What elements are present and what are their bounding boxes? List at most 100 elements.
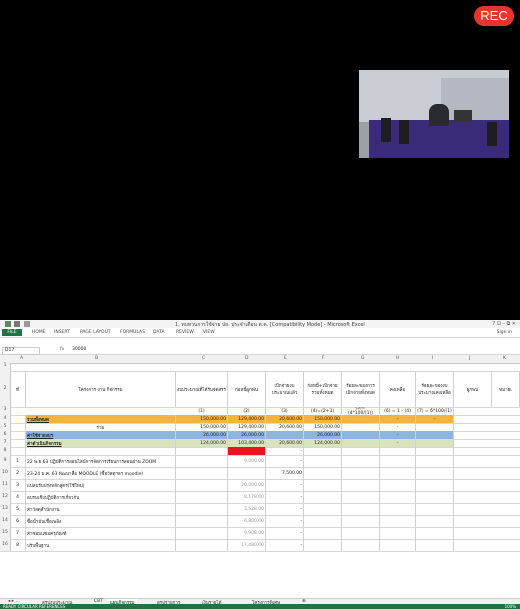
cell-budget[interactable] bbox=[176, 539, 228, 551]
code-cell[interactable]: (1) bbox=[176, 407, 228, 415]
cell-proc[interactable]: 17,480.00 bbox=[228, 539, 266, 551]
header-balance[interactable]: คงเหลือ bbox=[380, 371, 416, 407]
col-a[interactable]: A bbox=[20, 356, 23, 361]
cell-pct[interactable] bbox=[342, 431, 380, 439]
header-project[interactable]: โครงการ งาน กิจกรรม bbox=[26, 371, 176, 407]
tab-review[interactable]: REVIEW bbox=[176, 330, 194, 335]
tab-home[interactable]: HOME bbox=[32, 330, 46, 335]
cell-bal[interactable] bbox=[380, 467, 416, 479]
cell-rem[interactable] bbox=[416, 527, 454, 539]
cell-pct[interactable] bbox=[342, 539, 380, 551]
cell-bal[interactable]: - bbox=[380, 439, 416, 447]
header-note2[interactable]: หมายเ bbox=[492, 371, 520, 407]
cell-budget[interactable] bbox=[176, 467, 228, 479]
cell-label[interactable]: ซื้อน้ำมันเชื้อเพลิง bbox=[26, 515, 176, 527]
col-d[interactable]: D bbox=[245, 356, 248, 361]
code-cell[interactable]: (5)= (4*100/(1)) bbox=[342, 407, 380, 415]
cell-budget[interactable]: 150,000.00 bbox=[176, 415, 228, 423]
cell-seq[interactable]: 3 bbox=[10, 479, 26, 491]
cell-seq[interactable] bbox=[10, 439, 26, 447]
header-seq[interactable]: ที่ bbox=[10, 371, 26, 407]
cell-proc[interactable]: 3,528.00 bbox=[228, 503, 266, 515]
cell-bal[interactable]: - bbox=[380, 431, 416, 439]
cell-label[interactable] bbox=[26, 447, 176, 455]
cell-disb[interactable]: - bbox=[266, 491, 304, 503]
header-pct-remaining[interactable]: ร้อยละของงบประมาณคงเหลือ bbox=[416, 371, 454, 407]
cell-seq[interactable]: 6 bbox=[10, 515, 26, 527]
cell-disb[interactable]: 20,600.00 bbox=[266, 415, 304, 423]
cell-seq[interactable] bbox=[10, 423, 26, 431]
cell-disb[interactable]: 20,600.00 bbox=[266, 439, 304, 447]
cell-rem[interactable] bbox=[416, 439, 454, 447]
cell-proc[interactable]: 9,000.00 bbox=[228, 455, 266, 467]
cell-pct[interactable] bbox=[342, 439, 380, 447]
cell-rem[interactable] bbox=[416, 455, 454, 467]
cell-budget[interactable] bbox=[176, 491, 228, 503]
header-disbursed[interactable]: เบิกจ่ายงบประมาณแล้ว bbox=[266, 371, 304, 407]
formula-input[interactable]: 30000 bbox=[72, 347, 86, 352]
cell-bal[interactable] bbox=[380, 479, 416, 491]
cell-seq[interactable]: 7 bbox=[10, 527, 26, 539]
cell-disb[interactable]: - bbox=[266, 455, 304, 467]
cell-proc[interactable]: 30,000.00 bbox=[228, 447, 266, 455]
cell-rem[interactable] bbox=[416, 539, 454, 551]
tab-page-layout[interactable]: PAGE LAYOUT bbox=[80, 330, 111, 335]
cell-label[interactable]: ปรับพื้นฐาน bbox=[26, 539, 176, 551]
tab-formulas[interactable]: FORMULAS bbox=[120, 330, 145, 335]
cell-label[interactable]: ค่าซ่อมแซมครุภัณฑ์ bbox=[26, 527, 176, 539]
cell-pct[interactable] bbox=[342, 467, 380, 479]
cell-disb[interactable]: - bbox=[266, 527, 304, 539]
zoom-level[interactable]: 100% bbox=[505, 604, 516, 609]
code-cell[interactable]: (2) bbox=[228, 407, 266, 415]
cell-bal[interactable] bbox=[380, 539, 416, 551]
cell-bal[interactable] bbox=[380, 515, 416, 527]
cell-disb[interactable]: 7,500.00 bbox=[266, 467, 304, 479]
cell-rem[interactable] bbox=[416, 479, 454, 491]
cell-pct[interactable] bbox=[342, 447, 380, 455]
cell-total[interactable]: 150,000.00 bbox=[304, 415, 342, 423]
cell-rem[interactable]: - bbox=[416, 415, 454, 423]
cell-label[interactable]: 23-24 ม.ค. 63 พัฒนาสื่อ MOODLE (ซื้อวัสด… bbox=[26, 467, 176, 479]
cell-pct[interactable] bbox=[342, 515, 380, 527]
cell-rem[interactable] bbox=[416, 447, 454, 455]
cell-total[interactable] bbox=[304, 479, 342, 491]
cell-rem[interactable] bbox=[416, 467, 454, 479]
code-cell[interactable]: (3) bbox=[266, 407, 304, 415]
cell-budget[interactable] bbox=[176, 447, 228, 455]
col-e[interactable]: E bbox=[284, 356, 287, 361]
cell-budget[interactable] bbox=[176, 515, 228, 527]
cell-total[interactable] bbox=[304, 491, 342, 503]
fx-icon[interactable]: fx bbox=[60, 347, 64, 352]
cell-pct[interactable] bbox=[342, 503, 380, 515]
tab-insert[interactable]: INSERT bbox=[54, 330, 70, 335]
col-g[interactable]: G bbox=[361, 356, 365, 361]
header-total[interactable]: ก่อหนี้+เบิกจ่ายรวมทั้งหมด bbox=[304, 371, 342, 407]
cell-disb[interactable] bbox=[266, 431, 304, 439]
cell-bal[interactable]: - bbox=[380, 415, 416, 423]
cell-budget[interactable]: 26,000.00 bbox=[176, 431, 228, 439]
tab-data[interactable]: DATA bbox=[153, 330, 165, 335]
cell-budget[interactable] bbox=[176, 479, 228, 491]
cell-rem[interactable] bbox=[416, 491, 454, 503]
cell-rem[interactable] bbox=[416, 431, 454, 439]
cell-budget[interactable]: 124,000.00 bbox=[176, 439, 228, 447]
cell-proc[interactable] bbox=[228, 467, 266, 479]
cell-bal[interactable] bbox=[380, 455, 416, 467]
cell-budget[interactable]: 150,000.00 bbox=[176, 423, 228, 431]
cell-seq[interactable] bbox=[10, 447, 26, 455]
code-cell[interactable]: (4)=(2+3) bbox=[304, 407, 342, 415]
cell-total[interactable] bbox=[304, 539, 342, 551]
header-note1[interactable]: ผูกพน bbox=[454, 371, 492, 407]
cell-label[interactable]: รวม bbox=[26, 423, 176, 431]
cell-pct[interactable] bbox=[342, 527, 380, 539]
window-controls[interactable]: ? ⊡ – ⧉ ✕ bbox=[493, 321, 516, 327]
cell-budget[interactable] bbox=[176, 503, 228, 515]
cell-label[interactable]: แปลปรับปรุงหลักสูตร(ใช้ใหม่) bbox=[26, 479, 176, 491]
cell-proc[interactable]: 6,800.00 bbox=[228, 515, 266, 527]
cell-disb[interactable]: - bbox=[266, 539, 304, 551]
col-f[interactable]: F bbox=[322, 356, 325, 361]
cell-proc[interactable]: 26,000.00 bbox=[228, 431, 266, 439]
cell-disb[interactable]: - bbox=[266, 503, 304, 515]
cell-pct[interactable] bbox=[342, 423, 380, 431]
cell-total[interactable] bbox=[304, 503, 342, 515]
